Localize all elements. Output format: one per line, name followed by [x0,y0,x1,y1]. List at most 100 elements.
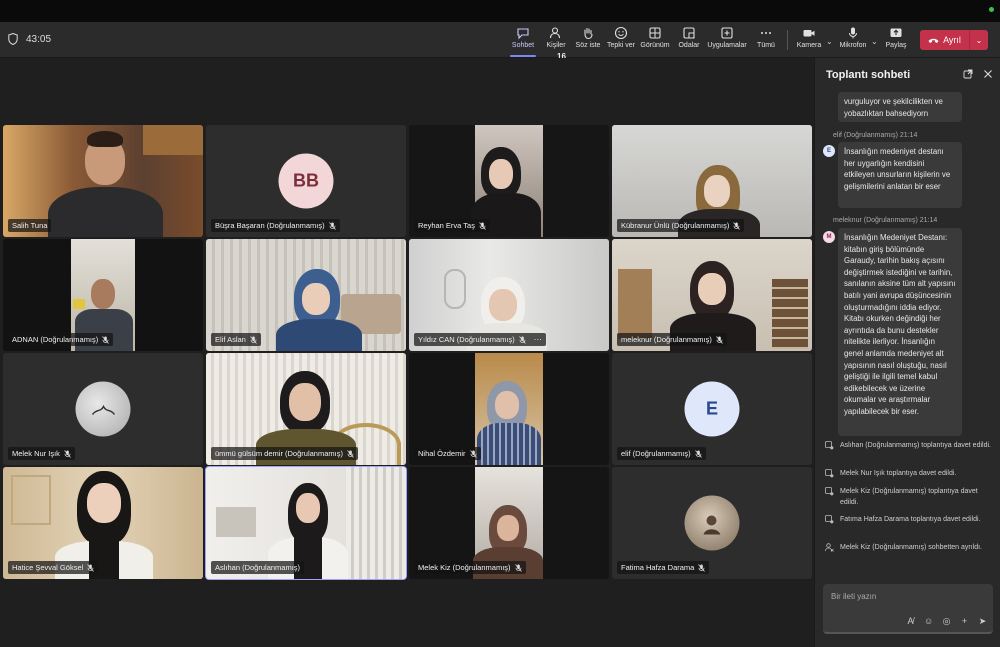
video-tile[interactable]: ümmü gülsüm demir (Doğrulanmamış) [206,353,406,465]
video-tile[interactable]: Reyhan Erva Taş [409,125,609,237]
avatar: M [823,231,835,243]
chat-icon [517,28,529,40]
video-tile[interactable]: Elif Aslan [206,239,406,351]
participant-name-tag: Büşra Başaran (Doğrulanmamış) [211,219,340,232]
video-tile[interactable]: Hatice Şevval Göksel [3,467,203,579]
video-tile[interactable]: Salih Tuna [3,125,203,237]
participant-name-tag: ümmü gülsüm demir (Doğrulanmamış) [211,447,358,460]
grid-view-icon [649,27,661,39]
apps-icon [721,27,733,39]
profile-photo-icon [91,404,115,415]
chat-message: İnsanlığın medeniyet destanı her uygarlı… [838,142,962,208]
video-tile[interactable]: BB Büşra Başaran (Doğrulanmamış) [206,125,406,237]
participant-name-tag: meleknur (Doğrulanmamış) [617,333,727,346]
meeting-toolbar: 43:05 Sohbet Kişiler 16 Söz iste Tepki v… [0,22,1000,61]
view-button[interactable]: Görünüm [640,26,670,54]
participant-name-tag: ADNAN (Doğrulanmamış) [8,333,114,346]
chat-message: vurguluyor ve şekilcilikten ve yobazlıkt… [838,92,962,122]
video-tile[interactable]: Nihal Özdemir [409,353,609,465]
mic-muted-icon [733,221,741,230]
invite-icon [825,487,834,496]
mic-muted-icon [514,563,522,572]
invite-icon [825,469,834,478]
hang-up-icon [928,38,939,43]
participant-name-tag: Yıldız CAN (Doğrulanmamış) ⋯ [414,333,546,346]
person-left-icon [825,543,834,552]
mic-button[interactable]: Mikrofon [838,26,868,54]
composer-placeholder: Bir ileti yazın [831,592,877,601]
more-icon [761,32,771,34]
camera-button[interactable]: Kamera [795,26,823,54]
system-message: Aslıhan (Doğrulanmamış) toplantıya davet… [823,440,995,451]
people-button[interactable]: Kişiler [544,26,568,54]
video-tile-active-speaker[interactable]: Aslıhan (Doğrulanmamış) [205,466,407,580]
camera-icon [803,30,815,37]
participant-name-tag: Melek Nur Işık [8,447,75,460]
chat-message: İnsanlığın Medeniyet Destanı: kitabın gi… [838,228,962,436]
mic-options-chevron-icon[interactable]: ⌄ [871,37,879,46]
invite-icon [825,441,834,450]
video-tile[interactable]: Kübranur Ünlü (Doğrulanmamış) [612,125,812,237]
mic-icon [849,27,857,39]
avatar [75,381,131,437]
leave-button[interactable]: Ayrıl [920,30,970,50]
avatar: E [823,145,835,157]
camera-options-chevron-icon[interactable]: ⌄ [826,37,834,46]
participant-name-tag: Elif Aslan [211,333,261,346]
participant-name-tag: Nihal Özdemir [414,447,481,460]
leave-button-group: Ayrıl ⌄ [920,30,988,50]
tile-more-options-icon[interactable]: ⋯ [534,335,542,344]
mic-muted-icon [694,449,702,458]
system-message: Melek Nur Işık toplantıya davet edildi. [823,468,995,479]
close-icon[interactable] [983,69,993,79]
toolbar-separator [787,30,788,50]
chat-messages: vurguluyor ve şekilcilikten ve yobazlıkt… [815,92,1000,630]
call-timer: 43:05 [8,33,51,45]
leave-options-chevron-icon[interactable]: ⌄ [970,36,988,45]
react-button[interactable]: Tepki ver [607,26,635,54]
mic-muted-icon [102,335,110,344]
video-tile[interactable]: Melek Nur Işık [3,353,203,465]
participant-name-tag: Aslıhan (Doğrulanmamış) [211,561,305,574]
participant-name-tag: Salih Tuna [8,219,52,232]
send-icon[interactable]: ➤ [978,617,987,626]
profile-photo-icon [703,515,720,534]
emoji-icon [614,26,628,40]
message-composer[interactable]: Bir ileti yazın A̸ ☺ ◎ + ➤ [823,584,993,634]
message-sender: meleknur (Doğrulanmamış) 21:14 [833,217,938,224]
raise-hand-icon [584,27,593,40]
sticker-icon[interactable]: ◎ [942,617,951,626]
share-icon [890,28,902,37]
video-tile[interactable]: Yıldız CAN (Doğrulanmamış) ⋯ [409,239,609,351]
mic-muted-icon [698,563,706,572]
video-tile[interactable]: Fatima Hafza Darama [612,467,812,579]
chat-title: Toplantı sohbeti [826,69,911,81]
format-icon[interactable]: A̸ [906,617,915,626]
system-message: Melek Kiz (Doğrulanmamış) sohbetten ayrı… [823,542,995,553]
pop-out-icon[interactable] [963,69,973,79]
system-message: Melek Kiz (Doğrulanmamış) toplantıya dav… [823,486,995,508]
avatar: BB [278,153,334,209]
raise-hand-button[interactable]: Söz iste [575,26,601,54]
emoji-icon[interactable]: ☺ [924,617,933,626]
rooms-button[interactable]: Odalar [677,26,701,54]
mic-muted-icon [347,449,354,458]
video-tile[interactable]: E elif (Doğrulanmamış) [612,353,812,465]
rooms-icon [683,27,695,39]
mic-muted-icon [250,335,257,344]
mic-muted-icon [64,449,71,458]
apps-button[interactable]: Uygulamalar [707,26,747,54]
video-tile[interactable]: meleknur (Doğrulanmamış) [612,239,812,351]
participant-name-tag: Kübranur Ünlü (Doğrulanmamış) [617,219,745,232]
video-tile[interactable]: Melek Kiz (Doğrulanmamış) [409,467,609,579]
shield-icon [8,33,18,45]
participant-name-tag: Hatice Şevval Göksel [8,561,99,574]
video-tile[interactable]: ADNAN (Doğrulanmamış) [3,239,203,351]
chat-button[interactable]: Sohbet [510,26,536,57]
more-button[interactable]: Tümü [755,26,777,54]
mic-muted-icon [469,449,477,458]
meeting-chat-panel: Toplantı sohbeti vurguluyor ve şekilcili… [814,58,1000,647]
share-button[interactable]: Paylaş [884,26,908,54]
chat-header: Toplantı sohbeti [815,58,1000,92]
add-icon[interactable]: + [960,617,969,626]
